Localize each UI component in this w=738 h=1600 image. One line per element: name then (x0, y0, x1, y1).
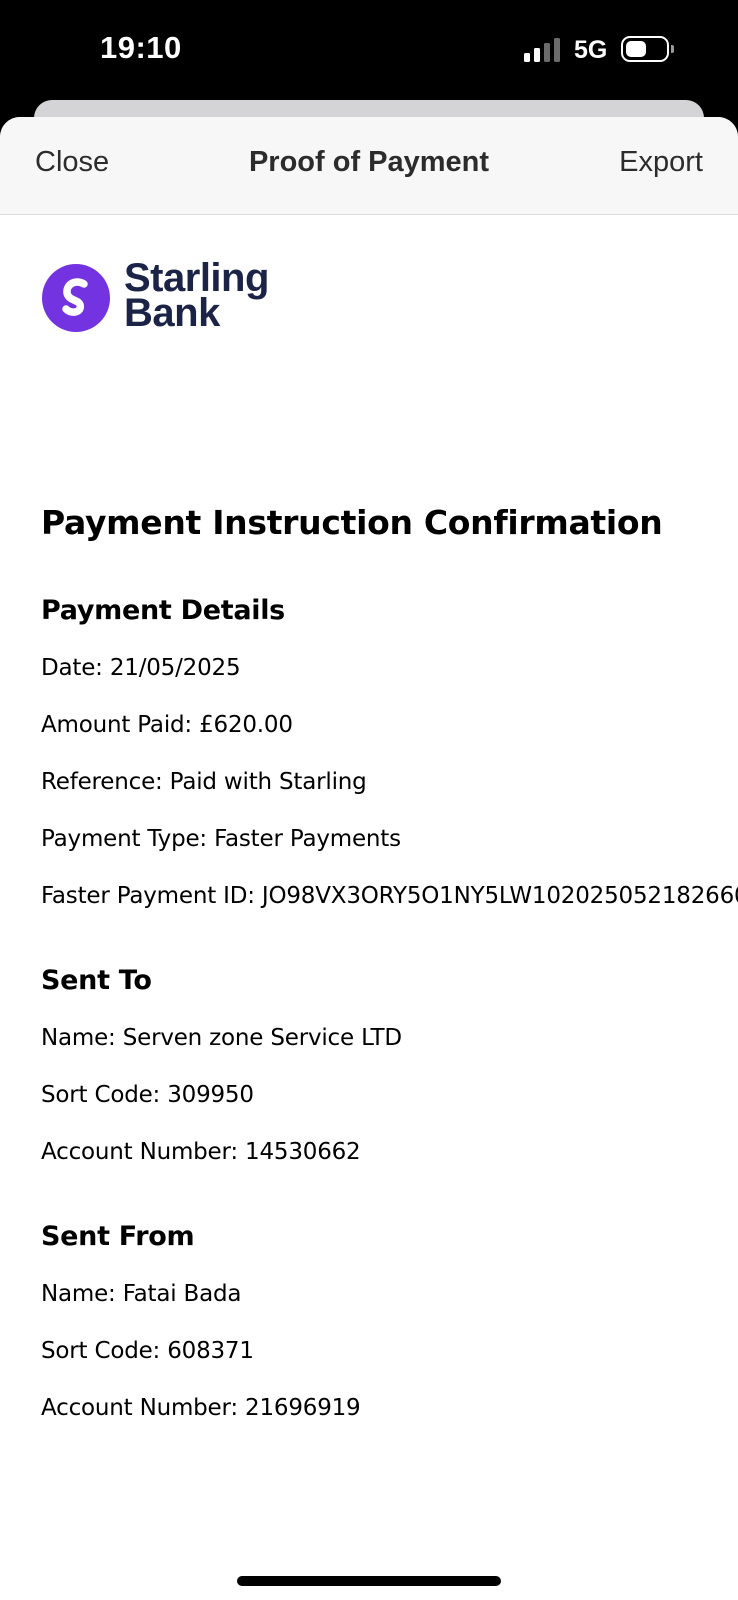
sent-to-name: Name: Serven zone Service LTD (41, 1025, 402, 1051)
document-title: Payment Instruction Confirmation (41, 503, 663, 542)
home-indicator[interactable] (237, 1576, 501, 1586)
network-type-label: 5G (574, 36, 608, 64)
export-button[interactable]: Export (619, 146, 703, 179)
sheet-nav-bar: Close Proof of Payment Export (0, 117, 738, 215)
proof-of-payment-sheet: Close Proof of Payment Export Starling B… (0, 117, 738, 1600)
status-time: 19:10 (100, 30, 182, 65)
payment-amount: Amount Paid: £620.00 (41, 712, 293, 738)
sent-from-heading: Sent From (41, 1221, 195, 1252)
document-preview: Starling Bank Payment Instruction Confir… (0, 215, 738, 1595)
payment-type: Payment Type: Faster Payments (41, 826, 401, 852)
phone-screen: 19:10 5G Close Proof of Payment Export S… (0, 0, 738, 1600)
battery-icon (621, 36, 674, 62)
payment-date: Date: 21/05/2025 (41, 655, 241, 681)
sent-to-account-number: Account Number: 14530662 (41, 1139, 361, 1165)
sent-from-sort-code: Sort Code: 608371 (41, 1338, 254, 1364)
payment-reference: Reference: Paid with Starling (41, 769, 367, 795)
payment-details-heading: Payment Details (41, 595, 285, 626)
status-bar: 19:10 5G (0, 0, 738, 100)
sent-to-sort-code: Sort Code: 309950 (41, 1082, 254, 1108)
sent-to-heading: Sent To (41, 965, 152, 996)
starling-logo-mark-icon (42, 264, 110, 332)
logo-wordmark: Starling Bank (124, 258, 269, 335)
sent-from-name: Name: Fatai Bada (41, 1281, 242, 1307)
logo-line-2: Bank (124, 291, 220, 335)
starling-bank-logo: Starling Bank (42, 258, 302, 337)
sent-from-account-number: Account Number: 21696919 (41, 1395, 361, 1421)
cellular-signal-icon (524, 38, 562, 62)
faster-payment-id: Faster Payment ID: JO98VX3ORY5O1NY5LW102… (41, 883, 738, 909)
